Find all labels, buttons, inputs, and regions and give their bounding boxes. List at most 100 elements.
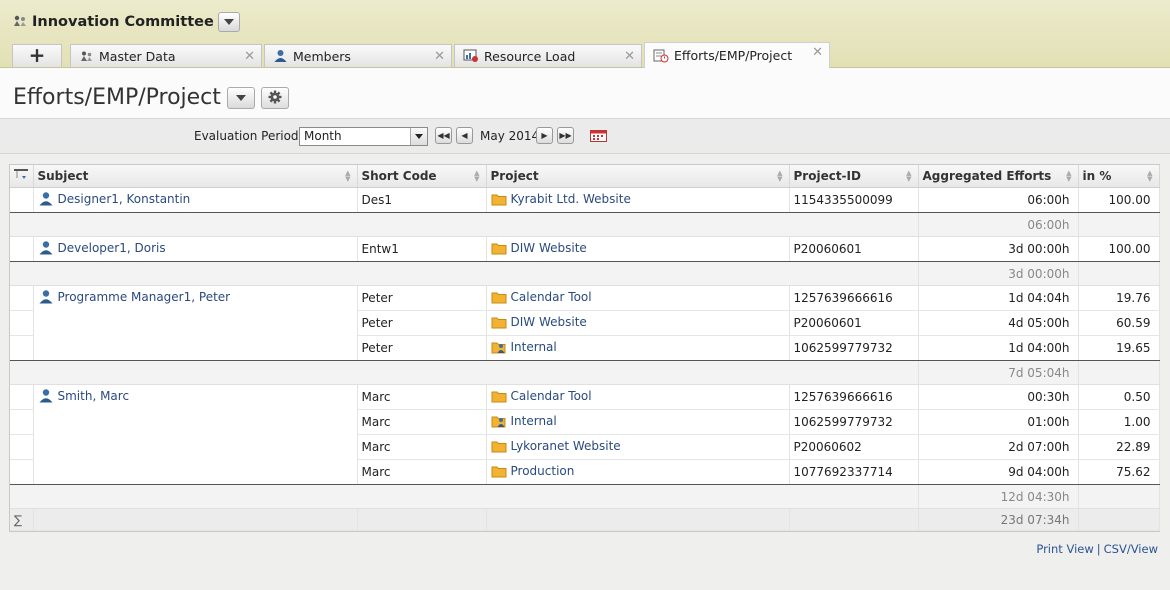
previous-period-button[interactable]: ◀ xyxy=(456,127,473,144)
project-cell[interactable]: Lykoranet Website xyxy=(486,434,790,460)
table-row[interactable]: Marc Internal 1062599779732 01:00h 1.00 xyxy=(10,409,1160,435)
subtotal-value: 3d 00:00h xyxy=(918,261,1079,286)
column-chooser-icon xyxy=(14,168,28,179)
left-arrow-icon: ◀ xyxy=(461,131,468,140)
column-header-project[interactable]: Project ▲ ▼ xyxy=(486,165,790,188)
double-right-arrow-icon: ▶▶ xyxy=(559,131,572,140)
project-cell[interactable]: Internal xyxy=(486,409,790,435)
close-icon[interactable]: ✕ xyxy=(244,49,255,64)
close-icon[interactable]: ✕ xyxy=(434,49,445,64)
column-header-subject[interactable]: Subject ▲ ▼ xyxy=(33,165,358,188)
add-tab-button[interactable]: + xyxy=(12,44,62,67)
project-id-cell-text: 1077692337714 xyxy=(793,465,893,479)
internal-project-icon xyxy=(491,340,507,357)
app-menu-dropdown[interactable] xyxy=(217,12,240,32)
column-header-short-code[interactable]: Short Code ▲ ▼ xyxy=(357,165,487,188)
short-code-cell: Marc xyxy=(357,384,487,410)
page-header: Efforts/EMP/Project xyxy=(0,68,1170,118)
table-row[interactable]: Marc Lykoranet Website P20060602 2d 07:00h 2… xyxy=(10,434,1160,460)
column-header-project-id[interactable]: Project-ID ▲ ▼ xyxy=(789,165,919,188)
close-icon[interactable]: ✕ xyxy=(812,45,823,60)
sort-icon: ▲ ▼ xyxy=(474,169,480,183)
table-row[interactable]: Designer1, Konstantin Des1 Kyrabit Ltd. We… xyxy=(10,187,1160,213)
project-id-cell: P20060601 xyxy=(789,236,919,262)
subtotal-row: 06:00h xyxy=(10,212,1160,237)
tab-resource-load[interactable]: Resource Load ✕ xyxy=(454,44,642,67)
total-symbol: ∑ xyxy=(10,508,34,531)
project-id-cell: P20060602 xyxy=(789,434,919,460)
aggregated-efforts-cell-text: 9d 04:00h xyxy=(1008,465,1070,479)
subject-cell[interactable]: Programme Manager1, Peter xyxy=(33,285,358,311)
aggregated-efforts-cell: 4d 05:00h xyxy=(918,310,1079,336)
folder-icon xyxy=(491,465,507,481)
csv-view-link[interactable]: CSV/View xyxy=(1104,542,1158,556)
subject-cell xyxy=(33,335,358,361)
tab-master-data[interactable]: Master Data ✕ xyxy=(70,44,262,67)
project-id-cell: 1257639666616 xyxy=(789,285,919,311)
short-code-cell-text: Des1 xyxy=(361,193,393,207)
project-cell[interactable]: Kyrabit Ltd. Website xyxy=(486,187,790,213)
project-cell[interactable]: Calendar Tool xyxy=(486,285,790,311)
subtotal-row: 7d 05:04h xyxy=(10,360,1160,385)
chevron-down-icon xyxy=(236,95,246,101)
column-header-percent[interactable]: in % ▲ ▼ xyxy=(1078,165,1160,188)
subtotal-spacer xyxy=(10,360,919,385)
percent-cell: 1.00 xyxy=(1078,409,1160,435)
table-row[interactable]: Peter DIW Website P20060601 4d 05:00h 60.59 xyxy=(10,310,1160,336)
project-cell[interactable]: DIW Website xyxy=(486,310,790,336)
tab-members[interactable]: Members ✕ xyxy=(264,44,452,67)
project-cell-text: DIW Website xyxy=(510,240,587,255)
folder-icon xyxy=(491,390,507,406)
aggregated-efforts-cell-text: 2d 07:00h xyxy=(1008,440,1070,454)
view-dropdown-button[interactable] xyxy=(227,87,255,109)
chevron-down-icon xyxy=(223,19,234,25)
project-cell-text: Calendar Tool xyxy=(510,289,592,304)
settings-button[interactable] xyxy=(261,87,289,109)
chevron-down-icon xyxy=(410,128,427,145)
header-label: Project xyxy=(490,169,539,183)
table-row[interactable]: Marc Production 1077692337714 9d 04:00h 75.6… xyxy=(10,459,1160,485)
calendar-icon[interactable] xyxy=(590,129,607,146)
print-view-link[interactable]: Print View xyxy=(1036,542,1093,556)
header-label: Project-ID xyxy=(793,169,861,183)
column-header-aggregated-efforts[interactable]: Aggregated Efforts ▲ ▼ xyxy=(918,165,1079,188)
close-icon[interactable]: ✕ xyxy=(624,49,635,64)
project-cell-text: DIW Website xyxy=(510,314,587,329)
table-row[interactable]: Smith, Marc Marc Calendar Tool 125763966661… xyxy=(10,384,1160,410)
tab-efforts-emp-project[interactable]: Efforts/EMP/Project ✕ xyxy=(644,42,830,68)
subtotal-value: 7d 05:04h xyxy=(918,360,1079,385)
table-row[interactable]: Programme Manager1, Peter Peter Calendar T… xyxy=(10,285,1160,311)
project-cell[interactable]: Calendar Tool xyxy=(486,384,790,410)
separator: | xyxy=(1096,542,1101,556)
subject-cell[interactable]: Smith, Marc xyxy=(33,384,358,410)
column-chooser[interactable] xyxy=(10,165,34,188)
sort-icon: ▲ ▼ xyxy=(906,169,912,183)
project-cell[interactable]: DIW Website xyxy=(486,236,790,262)
subject-cell[interactable]: Developer1, Doris xyxy=(33,236,358,262)
percent-cell: 22.89 xyxy=(1078,434,1160,460)
percent-cell-text: 19.65 xyxy=(1116,341,1151,355)
next-period-button[interactable]: ▶ xyxy=(536,127,553,144)
table-row[interactable]: Peter Internal 1062599779732 1d 04:00h 19.65 xyxy=(10,335,1160,361)
tab-label: Resource Load xyxy=(484,48,576,64)
row-handle xyxy=(10,335,34,361)
percent-cell: 100.00 xyxy=(1078,187,1160,213)
project-cell[interactable]: Production xyxy=(486,459,790,485)
row-handle xyxy=(10,459,34,485)
subject-cell[interactable]: Designer1, Konstantin xyxy=(33,187,358,213)
gear-icon xyxy=(268,90,282,107)
subject-name: Developer1, Doris xyxy=(57,241,166,255)
resource-load-icon xyxy=(463,49,479,63)
subtotal-row: 3d 00:00h xyxy=(10,261,1160,286)
table-row[interactable]: Developer1, Doris Entw1 DIW Website P200606… xyxy=(10,236,1160,262)
aggregated-efforts-cell-text: 4d 05:00h xyxy=(1008,316,1070,330)
folder-icon xyxy=(491,193,507,209)
aggregated-efforts-cell-text: 3d 00:00h xyxy=(1008,242,1070,256)
project-cell[interactable]: Internal xyxy=(486,335,790,361)
last-period-button[interactable]: ▶▶ xyxy=(557,127,574,144)
evaluation-period-select[interactable]: Month xyxy=(299,127,428,146)
percent-cell-text: 60.59 xyxy=(1116,316,1151,330)
project-id-cell-text: 1257639666616 xyxy=(793,291,893,305)
project-id-cell: 1257639666616 xyxy=(789,384,919,410)
first-period-button[interactable]: ◀◀ xyxy=(435,127,452,144)
